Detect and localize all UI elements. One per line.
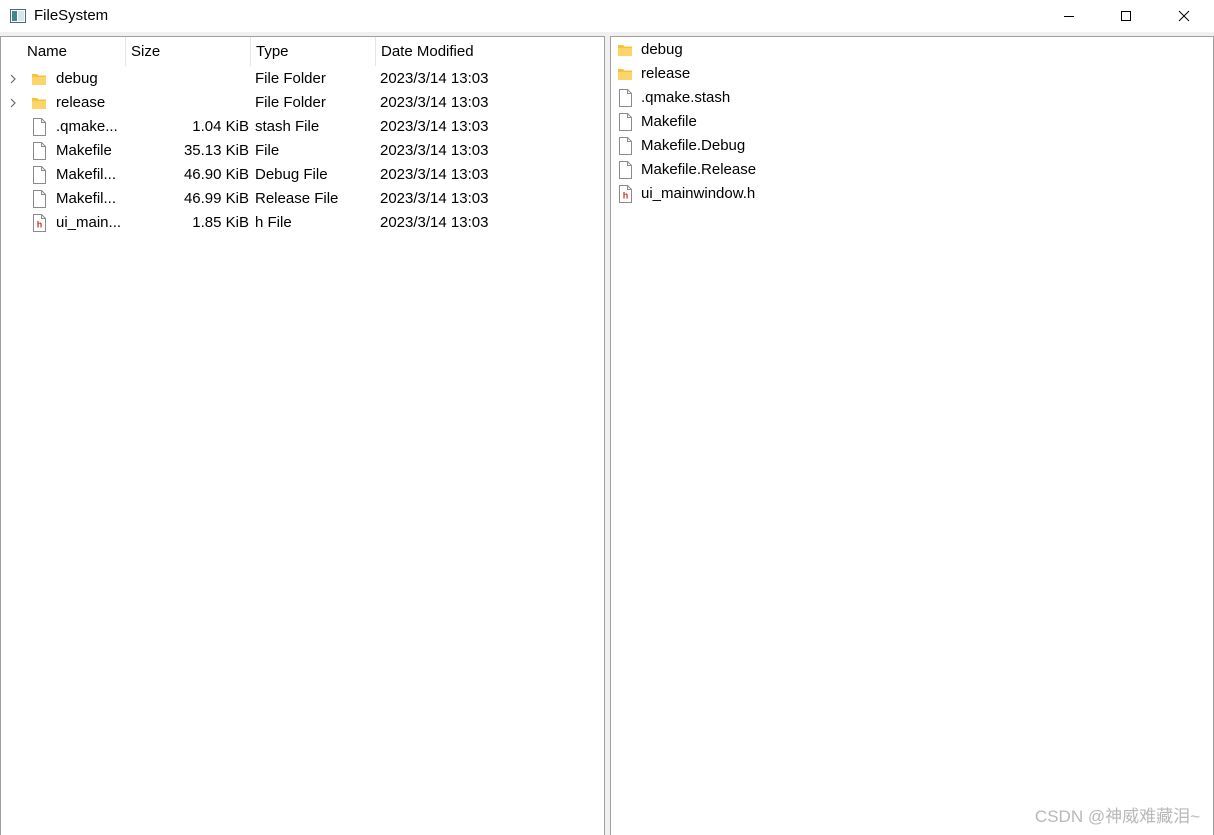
list-item[interactable]: Makefile.Release — [611, 158, 1213, 182]
file-type: Debug File — [255, 166, 328, 183]
list-item-label: ui_mainwindow.h — [641, 185, 756, 202]
app-window-icon — [10, 9, 26, 23]
folder-icon — [32, 74, 46, 85]
file-name: Makefil... — [56, 190, 117, 207]
header-file-icon: h — [33, 214, 46, 232]
file-type: File Folder — [255, 70, 326, 87]
file-type: h File — [255, 214, 292, 231]
minimize-button[interactable] — [1040, 0, 1098, 32]
tree-row[interactable]: release File Folder 2023/3/14 13:03 — [1, 91, 604, 115]
tree-row[interactable]: Makefil... 46.90 KiB Debug File 2023/3/14 1… — [1, 163, 604, 187]
file-date-modified: 2023/3/14 13:03 — [380, 70, 489, 87]
file-date-modified: 2023/3/14 13:03 — [380, 118, 489, 135]
main-window: FileSystem Name Size Type Date Modified … — [0, 0, 1214, 835]
window-title: FileSystem — [34, 7, 109, 24]
list-item[interactable]: Makefile.Debug — [611, 134, 1213, 158]
list-item-label: release — [641, 65, 691, 82]
folder-icon — [618, 69, 632, 80]
list-view[interactable]: debug release .qmake.stash Makefile Makefile… — [610, 36, 1214, 835]
list-item-label: Makefile — [641, 113, 697, 130]
file-icon — [619, 113, 632, 131]
file-type: Release File — [255, 190, 339, 207]
close-button[interactable] — [1155, 0, 1213, 32]
file-date-modified: 2023/3/14 13:03 — [380, 214, 489, 231]
file-icon — [619, 89, 632, 107]
file-size: 1.85 KiB — [192, 214, 249, 231]
tree-row[interactable]: Makefil... 46.99 KiB Release File 2023/3/14… — [1, 187, 604, 211]
file-date-modified: 2023/3/14 13:03 — [380, 190, 489, 207]
file-size: 46.99 KiB — [183, 190, 249, 207]
file-name: release — [56, 94, 106, 111]
minimize-icon — [1064, 16, 1074, 17]
list-item-label: debug — [641, 41, 683, 58]
close-icon — [1178, 10, 1190, 22]
list-item-label: Makefile.Release — [641, 161, 757, 178]
file-name: Makefil... — [56, 166, 117, 183]
file-icon — [619, 137, 632, 155]
tree-row[interactable]: h ui_main... 1.85 KiB h File 2023/3/14 13:03 — [1, 211, 604, 235]
file-icon — [619, 161, 632, 179]
file-type: File Folder — [255, 94, 326, 111]
file-name: ui_main... — [56, 214, 122, 231]
file-icon — [33, 190, 46, 208]
file-date-modified: 2023/3/14 13:03 — [380, 94, 489, 111]
tree-row[interactable]: debug File Folder 2023/3/14 13:03 — [1, 67, 604, 91]
title-bar[interactable]: FileSystem — [0, 0, 1214, 32]
folder-icon — [618, 45, 632, 56]
tree-row[interactable]: Makefile 35.13 KiB File 2023/3/14 13:03 — [1, 139, 604, 163]
chevron-right-icon[interactable] — [7, 73, 19, 85]
column-header-name[interactable]: Name — [22, 37, 126, 66]
file-date-modified: 2023/3/14 13:03 — [380, 166, 489, 183]
file-name: .qmake... — [56, 118, 118, 135]
column-header-date-modified[interactable]: Date Modified — [376, 37, 576, 66]
list-item[interactable]: Makefile — [611, 110, 1213, 134]
list-item[interactable]: debug — [611, 38, 1213, 62]
chevron-right-icon[interactable] — [7, 97, 19, 109]
file-type: File — [255, 142, 280, 159]
file-icon — [33, 118, 46, 136]
list-item[interactable]: .qmake.stash — [611, 86, 1213, 110]
file-icon — [33, 142, 46, 160]
file-date-modified: 2023/3/14 13:03 — [380, 142, 489, 159]
watermark: CSDN @神威难藏泪~ — [1034, 807, 1200, 826]
list-item[interactable]: release — [611, 62, 1213, 86]
file-size: 35.13 KiB — [183, 142, 249, 159]
list-item-label: .qmake.stash — [641, 89, 731, 106]
folder-icon — [32, 98, 46, 109]
column-header-type[interactable]: Type — [251, 37, 376, 66]
maximize-button[interactable] — [1097, 0, 1155, 32]
tree-view[interactable]: Name Size Type Date Modified debug File F… — [0, 36, 605, 835]
list-item[interactable]: h ui_mainwindow.h — [611, 182, 1213, 206]
file-name: debug — [56, 70, 98, 87]
file-size: 1.04 KiB — [192, 118, 249, 135]
svg-text:h: h — [623, 191, 629, 201]
svg-text:h: h — [37, 220, 43, 230]
tree-header: Name Size Type Date Modified — [1, 37, 604, 67]
file-type: stash File — [255, 118, 320, 135]
list-item-label: Makefile.Debug — [641, 137, 746, 154]
column-header-size[interactable]: Size — [126, 37, 251, 66]
header-file-icon: h — [619, 185, 632, 203]
file-size: 46.90 KiB — [183, 166, 249, 183]
maximize-icon — [1121, 11, 1131, 21]
tree-row[interactable]: .qmake... 1.04 KiB stash File 2023/3/14 13:… — [1, 115, 604, 139]
file-icon — [33, 166, 46, 184]
file-name: Makefile — [56, 142, 112, 159]
